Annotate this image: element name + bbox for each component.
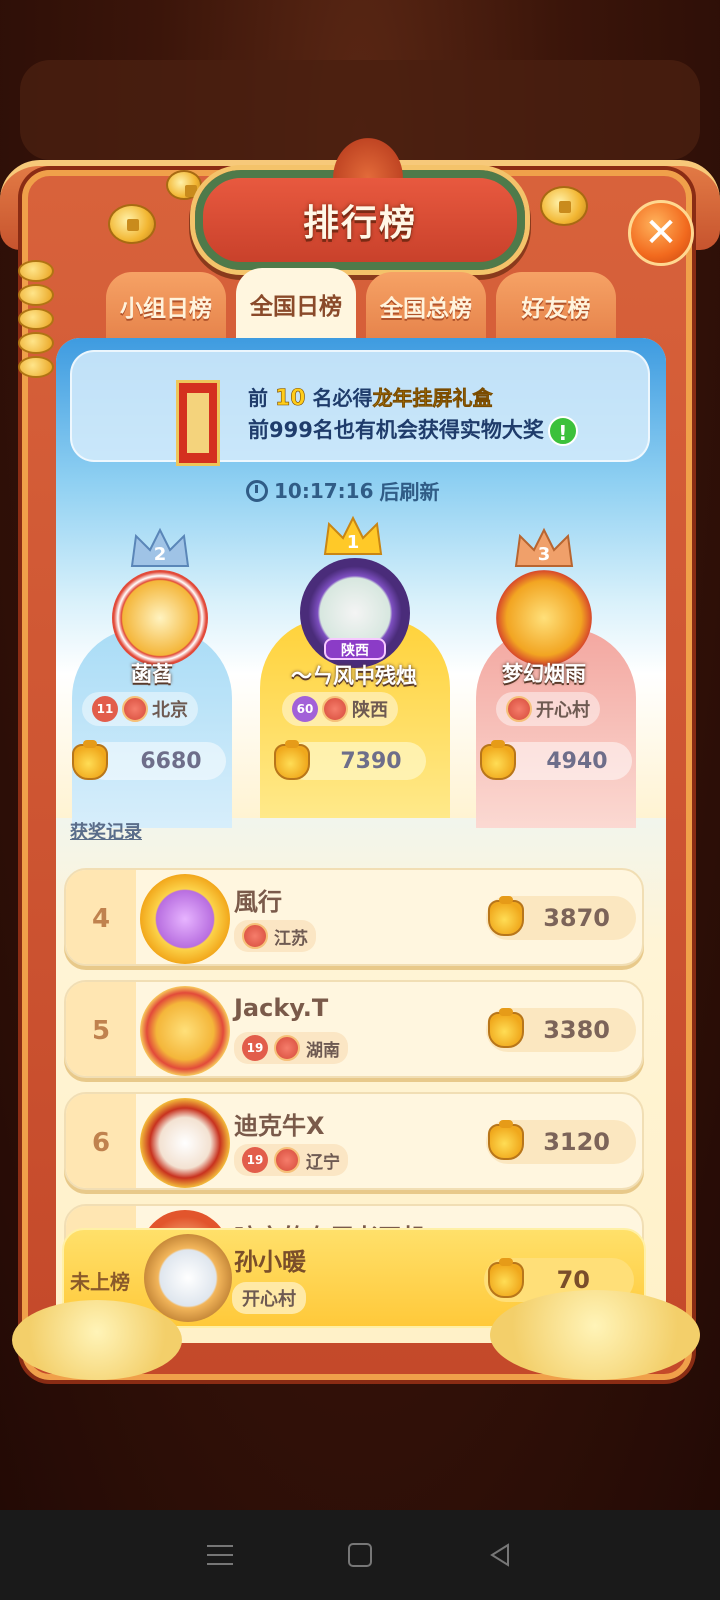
menu-button[interactable] (200, 1535, 240, 1575)
cloud-decor (12, 1300, 182, 1380)
info-icon[interactable]: ! (547, 416, 578, 446)
money-bag-icon (488, 1120, 524, 1160)
level-badge: 19 (242, 1035, 268, 1061)
crown-gold-icon: 1 (321, 514, 385, 560)
avatar (140, 874, 230, 964)
player-tags: 开心村 (496, 692, 600, 726)
crown-silver-icon: 2 (128, 526, 192, 572)
award-record-link[interactable]: 获奖记录 (70, 818, 142, 844)
money-bag-icon (488, 1008, 524, 1048)
home-icon (348, 1543, 372, 1567)
list-item[interactable]: 6 迪克牛X 19 辽宁 3120 (64, 1092, 644, 1190)
avatar (140, 1098, 230, 1188)
tab-group-daily[interactable]: 小组日榜 (106, 272, 226, 340)
location-label: 湖南 (306, 1040, 340, 1061)
title-plaque: 排行榜 (195, 138, 525, 270)
level-badge: 19 (242, 1147, 268, 1173)
coin-decor (108, 204, 156, 244)
location-label: 北京 (152, 700, 188, 721)
avatar[interactable] (112, 570, 208, 666)
level-badge: 11 (92, 696, 118, 722)
money-bag-icon (480, 740, 516, 780)
money-bag-icon (488, 896, 524, 936)
coin-tassel-decor (18, 260, 56, 400)
tab-national-total[interactable]: 全国总榜 (366, 272, 486, 340)
location-label: 江苏 (274, 928, 308, 949)
player-tags: 19 湖南 (234, 1032, 348, 1064)
player-tags: 11 北京 (82, 692, 198, 726)
system-nav-bar (0, 1510, 720, 1600)
money-bag-icon (488, 1258, 524, 1298)
money-bag-icon (72, 740, 108, 780)
location-label: 开心村 (242, 1289, 296, 1310)
back-icon (490, 1543, 509, 1567)
avatar (144, 1234, 232, 1322)
pet-icon (322, 696, 348, 722)
pet-icon (122, 696, 148, 722)
list-item[interactable]: 4 風行 江苏 3870 (64, 868, 644, 966)
coin-decor (540, 186, 588, 226)
location-label: 开心村 (536, 700, 590, 721)
clock-icon (246, 479, 268, 502)
close-button[interactable]: ✕ (628, 200, 694, 266)
svg-text:2: 2 (154, 544, 167, 565)
region-tag: 陕西 (324, 638, 386, 660)
location-label: 辽宁 (306, 1152, 340, 1173)
tab-national-daily[interactable]: 全国日榜 (236, 268, 356, 340)
svg-text:3: 3 (538, 544, 551, 565)
banner-line-1: 前 10 名必得龙年挂屏礼盒 (248, 386, 493, 412)
refresh-timer: 10:17:16 后刷新 (246, 476, 440, 505)
page-title: 排行榜 (302, 203, 417, 244)
pet-icon (242, 923, 268, 949)
pet-icon (274, 1035, 300, 1061)
rank-number: 4 (66, 870, 136, 964)
back-button[interactable] (480, 1535, 520, 1575)
pet-icon (274, 1147, 300, 1173)
banner-line-2: 前999名也有机会获得实物大奖! (248, 414, 578, 446)
player-name: 梦幻烟雨 (502, 662, 586, 686)
player-name: 風行 (234, 888, 282, 916)
leaderboard-content: 前 10 名必得龙年挂屏礼盒 前999名也有机会获得实物大奖! 10:17:16… (56, 338, 666, 1343)
list-item[interactable]: 5 Jacky.T 19 湖南 3380 (64, 980, 644, 1078)
player-tags: 19 辽宁 (234, 1144, 348, 1176)
menu-icon (207, 1545, 233, 1565)
scroll-prize-image (176, 380, 220, 466)
player-name: 〜ㄣ风中残烛 (291, 664, 417, 688)
coin-decor (166, 170, 202, 200)
player-tags: 60 陕西 (282, 692, 398, 726)
pet-icon (506, 696, 532, 722)
avatar[interactable] (496, 570, 592, 666)
rank-number: 6 (66, 1094, 136, 1188)
close-icon: ✕ (644, 210, 678, 256)
cloud-decor (490, 1290, 700, 1380)
level-badge: 60 (292, 696, 318, 722)
rank-number: 5 (66, 982, 136, 1076)
player-name: Jacky.T (234, 994, 329, 1022)
player-name: 迪克牛X (234, 1112, 325, 1140)
player-tags: 开心村 (232, 1282, 306, 1314)
player-name: 菡萏 (131, 662, 173, 686)
crown-bronze-icon: 3 (512, 526, 576, 572)
money-bag-icon (274, 740, 310, 780)
home-button[interactable] (340, 1535, 380, 1575)
avatar (140, 986, 230, 1076)
location-label: 陕西 (352, 700, 388, 721)
svg-text:1: 1 (347, 532, 360, 553)
player-name: 孙小暖 (234, 1248, 306, 1276)
tab-bar: 小组日榜 全国日榜 全国总榜 好友榜 (106, 268, 616, 340)
tab-friends[interactable]: 好友榜 (496, 272, 616, 340)
prize-banner: 前 10 名必得龙年挂屏礼盒 前999名也有机会获得实物大奖! (70, 350, 650, 466)
player-tags: 江苏 (234, 920, 316, 952)
